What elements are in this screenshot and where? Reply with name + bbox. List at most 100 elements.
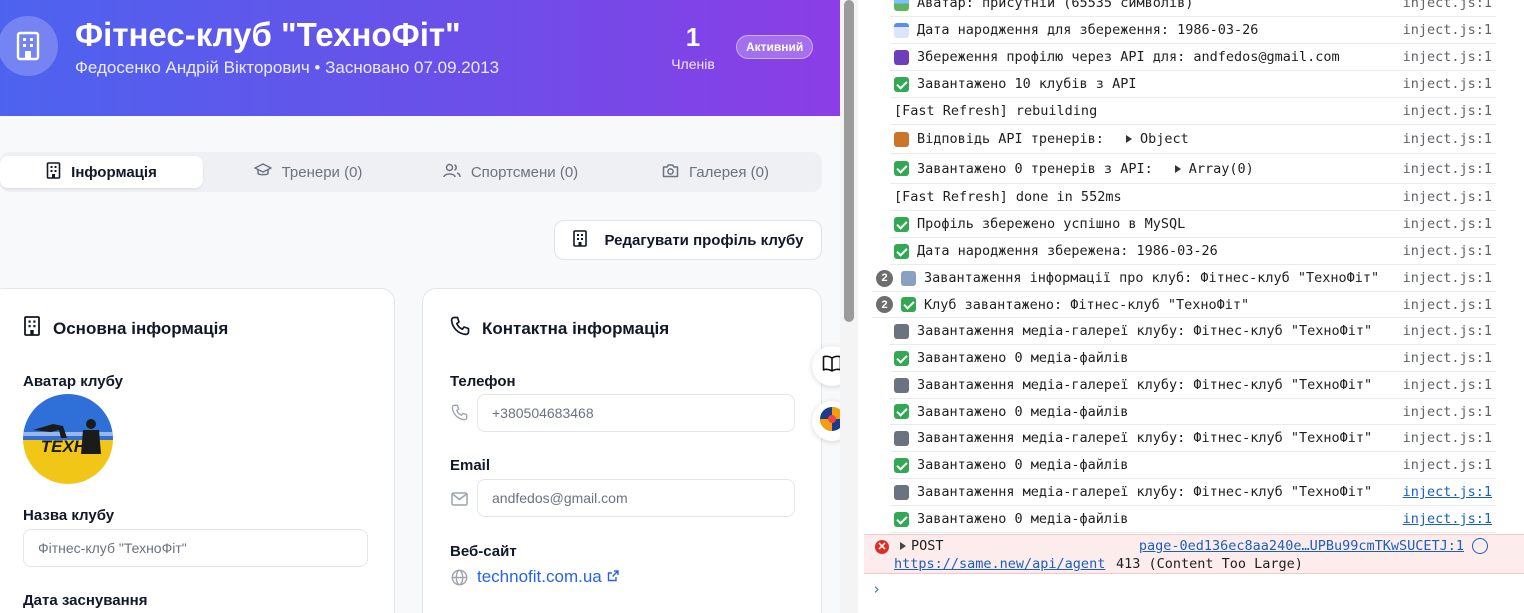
log-source-link[interactable]: inject.js:1 — [1403, 98, 1492, 124]
club-app: Фітнес-клуб "ТехноФіт" Федосенко Андрій … — [0, 0, 840, 613]
expand-triangle-icon[interactable] — [1174, 164, 1181, 173]
log-message: 2 Завантаження інформації про клуб: Фітне… — [876, 265, 1379, 291]
phone-label: Телефон — [450, 373, 516, 390]
users-icon — [443, 163, 461, 182]
book-icon — [822, 355, 840, 377]
log-text: Профіль збережено успішно в MySQL — [917, 216, 1186, 232]
external-link-icon — [607, 567, 619, 587]
log-source-link[interactable]: inject.js:1 — [1403, 125, 1492, 153]
website-label: Веб-сайт — [450, 543, 517, 560]
console-log-row: Завантажено 0 медіа-файлів inject.js:1 — [890, 452, 1496, 479]
expand-triangle-icon[interactable] — [1125, 135, 1132, 143]
devtools-console: Аватар: присутній (65535 символів) inject… — [858, 0, 1524, 613]
check-icon — [894, 161, 909, 176]
console-error-row: ✕ POST page-0ed136ec8aa240e…UPBu99cmTKwS… — [864, 534, 1524, 574]
log-source-link[interactable]: inject.js:1 — [1403, 425, 1492, 451]
building-icon — [23, 316, 41, 341]
basic-info-card: Основна інформація Аватар клубу ТЕХНО На… — [0, 288, 395, 613]
log-object-preview[interactable]: Object — [1140, 131, 1189, 147]
log-source-link[interactable]: inject.js:1 — [1403, 318, 1492, 344]
edit-club-profile-button[interactable]: Редагувати профіль клубу — [554, 220, 822, 260]
console-prompt[interactable]: › — [872, 580, 881, 598]
log-message: Збереження профілю через API для: andfed… — [894, 44, 1340, 70]
log-source-link[interactable]: inject.js:1 — [1403, 479, 1492, 505]
log-source-link[interactable]: inject.js:1 — [1403, 0, 1492, 16]
log-text: Завантаження медіа-галереї клубу: Фітнес… — [917, 484, 1373, 500]
phone-input[interactable]: +380504683468 — [477, 394, 795, 432]
log-message: Завантажено 0 тренерів з API: Array(0) — [894, 154, 1254, 183]
console-log-row: Аватар: присутній (65535 символів) inject… — [890, 0, 1496, 17]
check-icon — [894, 511, 909, 527]
mail-icon — [451, 492, 468, 511]
log-message: Завантажено 0 медіа-файлів — [894, 399, 1128, 424]
log-source-link[interactable]: inject.js:1 — [1403, 265, 1492, 291]
log-text: Завантаження медіа-галереї клубу: Фітнес… — [917, 377, 1373, 393]
log-text: Клуб завантажено: Фітнес-клуб "ТехноФіт" — [924, 296, 1250, 313]
log-message: Завантажено 10 клубів з API — [894, 71, 1136, 97]
console-log-row: 2 Завантаження інформації про клуб: Фітне… — [872, 265, 1496, 292]
tab-trainers[interactable]: Тренери (0) — [208, 156, 408, 188]
log-source-link[interactable]: inject.js:1 — [1403, 506, 1492, 532]
scrollbar-thumb[interactable] — [844, 0, 854, 322]
email-input[interactable]: andfedos@gmail.com — [477, 479, 795, 517]
console-log-row: Завантажено 0 тренерів з API: Array(0) inj… — [890, 154, 1496, 184]
tab-label: Галерея (0) — [688, 163, 770, 181]
status-badge: Активний — [736, 35, 814, 59]
tab-bar: Інформація Тренери (0) Спортсмени (0) Га… — [0, 152, 822, 192]
check-icon — [894, 243, 909, 259]
phone-icon — [450, 316, 470, 341]
log-source-link[interactable]: inject.js:1 — [1403, 238, 1492, 264]
page-scrollbar[interactable] — [840, 0, 858, 613]
email-label: Email — [450, 457, 491, 474]
console-log-row: Завантаження медіа-галереї клубу: Фітнес… — [890, 479, 1496, 506]
console-log-row: Завантажено 0 медіа-файлів inject.js:1 — [890, 399, 1496, 425]
log-source-link[interactable]: inject.js:1 — [1403, 71, 1492, 97]
log-source-link[interactable]: inject.js:1 — [1403, 345, 1492, 371]
log-message: [Fast Refresh] rebuilding — [894, 98, 1097, 124]
log-source-link[interactable]: inject.js:1 — [1403, 399, 1492, 424]
log-object-preview[interactable]: Array(0) — [1189, 161, 1254, 177]
log-text: [Fast Refresh] rebuilding — [894, 103, 1098, 119]
log-source-link[interactable]: inject.js:1 — [1403, 292, 1492, 317]
image-icon — [894, 0, 909, 11]
log-source-link[interactable]: inject.js:1 — [1403, 211, 1492, 237]
log-source-link[interactable]: inject.js:1 — [1403, 452, 1492, 478]
console-log-row: Дата народження збережена: 1986-03-26 inj… — [890, 238, 1496, 265]
log-source-link[interactable]: inject.js:1 — [1403, 154, 1492, 183]
log-text: Завантажено 0 медіа-файлів — [917, 457, 1129, 473]
log-text: Завантаження інформації про клуб: Фітнес… — [924, 270, 1380, 286]
log-source-link[interactable]: inject.js:1 — [1403, 44, 1492, 70]
log-message: Завантаження медіа-галереї клубу: Фітнес… — [894, 425, 1372, 451]
founded-date-label: Дата заснування — [23, 592, 148, 609]
log-message: Дата народження для збереження: 1986-03-… — [894, 17, 1258, 43]
check-icon — [894, 76, 909, 92]
log-text: Завантаження медіа-галереї клубу: Фітнес… — [917, 430, 1373, 446]
graduation-cap-icon — [253, 163, 272, 181]
tab-information[interactable]: Інформація — [0, 156, 203, 188]
error-source-link[interactable]: page-0ed136ec8aa240e…UPBu99cmTKwSUCETJ:1 — [1139, 538, 1464, 554]
tab-gallery[interactable]: Галерея (0) — [614, 156, 817, 188]
tab-athletes[interactable]: Спортсмени (0) — [413, 156, 608, 188]
floppy-disk-icon — [894, 49, 909, 65]
globe-icon — [451, 569, 468, 591]
error-method[interactable]: POST — [900, 538, 944, 554]
repeat-count-badge: 2 — [876, 269, 893, 287]
club-avatar[interactable]: ТЕХНО — [23, 394, 113, 484]
log-source-link[interactable]: inject.js:1 — [1403, 184, 1492, 210]
error-url-link[interactable]: https://same.new/api/agent — [894, 556, 1105, 572]
members-count: 1 — [685, 22, 701, 52]
log-source-link[interactable]: inject.js:1 — [1403, 17, 1492, 43]
log-text: Завантажено 0 медіа-файлів — [917, 403, 1129, 420]
log-text: Завантажено 10 клубів з API — [917, 76, 1137, 92]
log-source-link[interactable]: inject.js:1 — [1403, 372, 1492, 398]
website-link[interactable]: technofit.com.ua — [477, 567, 619, 587]
camera-icon — [894, 484, 909, 500]
club-name-input[interactable]: Фітнес-клуб "ТехноФіт" — [23, 529, 368, 567]
log-message: Завантаження медіа-галереї клубу: Фітнес… — [894, 372, 1372, 398]
building-icon — [901, 270, 916, 286]
log-message: Завантаження медіа-галереї клубу: Фітнес… — [894, 318, 1372, 344]
network-request-icon[interactable] — [1472, 538, 1488, 554]
log-text: Відповідь API тренерів: — [917, 131, 1104, 147]
check-icon — [894, 404, 909, 419]
log-message: Завантаження медіа-галереї клубу: Фітнес… — [894, 479, 1372, 505]
